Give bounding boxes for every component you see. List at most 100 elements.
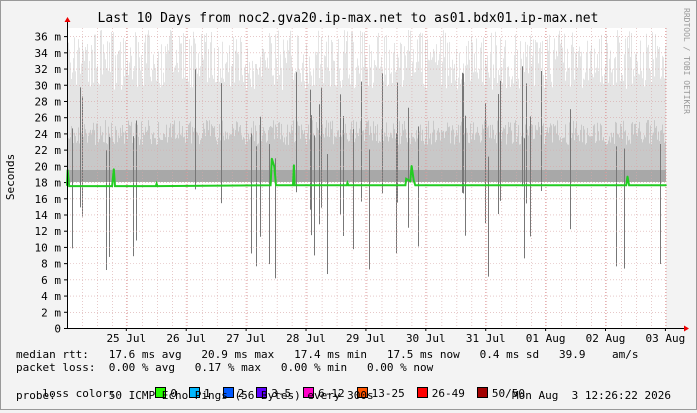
y-tick-label: 12 m: [35, 225, 62, 238]
smoke-column: [169, 170, 170, 182]
smoke-column: [208, 170, 209, 182]
smoke-column: [482, 170, 483, 182]
smoke-column: [223, 170, 224, 182]
smoke-column: [608, 170, 609, 182]
smoke-column: [342, 170, 343, 182]
smoke-column: [185, 170, 186, 182]
smoke-column: [216, 170, 217, 182]
smoke-column: [477, 170, 478, 182]
smoke-column: [181, 170, 182, 182]
smoke-column: [146, 170, 147, 182]
smoke-column: [484, 170, 485, 182]
smoke-column: [491, 170, 492, 182]
smoke-spike: [296, 72, 297, 193]
smoke-column: [620, 170, 621, 182]
smoke-column: [377, 170, 378, 182]
smoke-column: [585, 72, 586, 155]
smoke-column: [339, 170, 340, 182]
smoke-column: [191, 45, 192, 155]
smoke-spike: [361, 81, 362, 202]
smoke-column: [454, 64, 455, 155]
smoke-column: [125, 170, 126, 182]
smoke-column: [368, 170, 369, 182]
smoke-column: [504, 170, 505, 182]
smoke-column: [198, 170, 199, 182]
smoke-column: [421, 170, 422, 182]
smoke-spike: [136, 120, 137, 241]
smoke-column: [596, 170, 597, 182]
smoke-column: [194, 170, 195, 182]
smoke-column: [566, 71, 567, 155]
median-point: [113, 168, 115, 170]
smoke-column: [661, 170, 662, 182]
smoke-column: [101, 170, 102, 182]
smoke-column: [473, 170, 474, 182]
smoke-column: [646, 170, 647, 182]
smoke-column: [438, 170, 439, 182]
smoke-spike: [488, 156, 489, 277]
smoke-column: [539, 170, 540, 182]
smoke-column: [410, 30, 411, 156]
smoke-column: [495, 170, 496, 182]
smoke-column: [85, 170, 86, 182]
smoke-column: [89, 170, 90, 182]
smoke-column: [499, 170, 500, 182]
smoke-column: [631, 170, 632, 182]
smoke-column: [490, 170, 491, 182]
smoke-column: [189, 170, 190, 182]
median-point: [625, 184, 627, 187]
smoke-column: [372, 170, 373, 182]
smoke-column: [429, 170, 430, 182]
smoke-column: [190, 170, 191, 182]
smoke-column: [510, 170, 511, 182]
smoke-column: [589, 170, 590, 182]
smoke-column: [540, 170, 541, 182]
smoke-column: [450, 170, 451, 182]
smoke-column: [192, 170, 193, 182]
smoke-column: [197, 170, 198, 182]
smoke-column: [450, 66, 451, 155]
smoke-column: [261, 170, 262, 182]
smoke-column: [345, 170, 346, 182]
smoke-column: [318, 170, 319, 182]
smoke-column: [358, 170, 359, 182]
smoke-spike: [408, 107, 409, 228]
smoke-column: [567, 48, 568, 155]
smoke-column: [555, 170, 556, 182]
smoke-column: [302, 170, 303, 182]
smoke-column: [171, 31, 172, 155]
smoke-column: [281, 170, 282, 182]
smoke-column: [542, 170, 543, 182]
smoke-column: [572, 170, 573, 182]
loss-color-swatch: [416, 387, 428, 398]
smoke-column: [384, 170, 385, 182]
smoke-column: [578, 170, 579, 182]
smoke-column: [607, 43, 608, 155]
smoke-column: [185, 36, 186, 156]
smoke-column: [255, 170, 256, 182]
smoke-column: [297, 170, 298, 182]
smoke-column: [355, 170, 356, 182]
smoke-column: [201, 33, 202, 155]
smoke-column: [400, 170, 401, 182]
smoke-column: [592, 170, 593, 182]
smoke-column: [392, 170, 393, 182]
smoke-column: [152, 170, 153, 182]
median-point: [346, 182, 349, 184]
smoke-column: [399, 170, 400, 182]
y-tick-label: 4 m: [41, 290, 61, 303]
smoke-column: [257, 69, 258, 155]
y-tick-label: 20 m: [35, 160, 62, 173]
x-tick-label: 25 Jul: [106, 332, 146, 345]
median-point: [114, 185, 116, 187]
smoke-column: [284, 170, 285, 182]
smoke-column: [356, 170, 357, 182]
smoke-column: [496, 170, 497, 182]
smoke-column: [338, 170, 339, 182]
median-point: [414, 184, 417, 187]
smoke-column: [466, 170, 467, 182]
smoke-column: [513, 170, 514, 182]
smoke-column: [103, 44, 104, 155]
smoke-column: [605, 65, 606, 155]
smoke-column: [149, 170, 150, 182]
